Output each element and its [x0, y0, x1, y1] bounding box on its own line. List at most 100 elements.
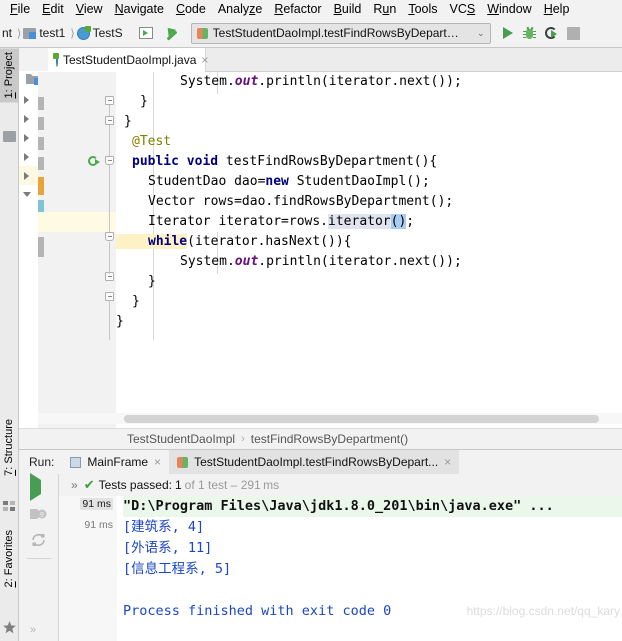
structure-grid-icon: [3, 500, 16, 512]
chevron-right-icon: ›: [241, 433, 245, 445]
run-button[interactable]: [497, 22, 519, 44]
menu-item-run[interactable]: Run: [367, 0, 402, 19]
project-folder-icon: [3, 131, 16, 143]
console-line: "D:\Program Files\Java\jdk1.8.0_201\bin\…: [123, 496, 622, 517]
menu-item-vcs[interactable]: VCS: [444, 0, 482, 19]
export-snapshot-button[interactable]: [30, 594, 48, 612]
fold-line: [109, 100, 110, 158]
run-tab-test[interactable]: TestStudentDaoImpl.testFindRowsByDepart.…: [169, 450, 460, 474]
chevron-down-icon[interactable]: [23, 192, 31, 197]
code-line[interactable]: }: [116, 272, 156, 292]
chevron-right-icon[interactable]: [24, 152, 29, 161]
breadcrumb: TestStudentDaoImpl › testFindRowsByDepar…: [19, 428, 622, 449]
editor-marker-column: [38, 72, 47, 428]
breadcrumb-class[interactable]: TestS: [76, 25, 123, 40]
breadcrumb-method-item[interactable]: testFindRowsByDepartment(): [251, 432, 408, 446]
code-line[interactable]: Iterator iterator=rows.iterator();: [116, 212, 414, 232]
console-line: Process finished with exit code 0: [123, 603, 392, 619]
editor-gutter[interactable]: [38, 72, 116, 428]
code-line[interactable]: }: [116, 292, 140, 312]
toggle-auto-test-button[interactable]: [30, 532, 48, 550]
menu-item-help[interactable]: Help: [538, 0, 576, 19]
menu-item-analyze[interactable]: Analyze: [212, 0, 268, 19]
menu-item-edit[interactable]: Edit: [36, 0, 70, 19]
back-arrow-button[interactable]: [161, 22, 183, 44]
menu-item-navigate[interactable]: Navigate: [109, 0, 170, 19]
menu-item-build[interactable]: Build: [328, 0, 368, 19]
run-icon: [30, 473, 41, 501]
editor-tab-strip: TestStudentDaoImpl.java ×: [48, 48, 622, 72]
code-line[interactable]: System.out.println(iterator.next());: [116, 72, 462, 92]
breadcrumb-project-label: nt: [2, 26, 13, 40]
code-text-area[interactable]: System.out.println(iterator.next()); } }…: [116, 72, 622, 428]
check-icon: ✔: [83, 477, 95, 492]
code-line[interactable]: Vector rows=dao.findRowsByDepartment();: [116, 192, 453, 212]
chevron-right-icon[interactable]: [24, 133, 29, 142]
stop-button[interactable]: [563, 22, 585, 44]
breadcrumb-module[interactable]: test1 ⟩: [23, 26, 76, 40]
close-icon[interactable]: ×: [154, 455, 161, 469]
code-line[interactable]: @Test: [116, 132, 171, 152]
chevron-right-icon[interactable]: [24, 171, 29, 180]
fold-line: [109, 242, 110, 274]
editor-tab-active[interactable]: TestStudentDaoImpl.java ×: [48, 48, 208, 72]
expand-chevrons-icon[interactable]: »: [59, 478, 84, 492]
preview-button[interactable]: [135, 22, 157, 44]
fold-collapse-icon[interactable]: [105, 96, 114, 105]
chevron-right-icon: ⟩: [70, 27, 75, 40]
run-configuration-selector[interactable]: TestStudentDaoImpl.testFindRowsByDepartm…: [190, 22, 491, 44]
editor-horizontal-scrollbar[interactable]: [38, 413, 622, 424]
run-tab-strip: Run: MainFrame × TestStudentDaoImpl.test…: [19, 450, 622, 474]
expand-toolbar-button[interactable]: »: [30, 624, 48, 641]
run-icon: [502, 27, 513, 39]
code-line[interactable]: }: [116, 312, 124, 332]
stop-icon: [567, 26, 581, 40]
debug-button[interactable]: [519, 22, 541, 44]
rerun-button[interactable]: [30, 473, 48, 501]
chevron-down-icon[interactable]: ⌄: [474, 28, 488, 39]
run-with-coverage-button[interactable]: [541, 22, 563, 44]
code-line[interactable]: public void testFindRowsByDepartment(){: [116, 152, 437, 172]
run-test-gutter-icon[interactable]: [88, 156, 101, 169]
console-line: [信息工程系, 5]: [123, 561, 232, 577]
chevron-right-icon[interactable]: [24, 114, 29, 123]
breadcrumb-class-item[interactable]: TestStudentDaoImpl: [127, 432, 235, 446]
console-lines[interactable]: "D:\Program Files\Java\jdk1.8.0_201\bin\…: [117, 496, 622, 641]
menu-item-code[interactable]: Code: [170, 0, 212, 19]
run-tab-label: MainFrame: [87, 455, 149, 469]
menu-item-file[interactable]: File: [4, 0, 36, 19]
code-editor[interactable]: 139 140 141 142 143 144 145 146 147 148 …: [38, 72, 622, 428]
menu-item-window[interactable]: Window: [481, 0, 537, 19]
stop-process-button[interactable]: [30, 568, 48, 586]
close-icon[interactable]: ×: [444, 455, 451, 469]
favorites-star-icon: [3, 621, 16, 634]
menu-item-refactor[interactable]: Refactor: [268, 0, 327, 19]
code-line[interactable]: }: [116, 92, 148, 112]
run-tab-mainframe[interactable]: MainFrame ×: [62, 450, 169, 474]
sidebar-tab-structure[interactable]: 7: Structure: [0, 415, 18, 480]
scrollbar-thumb[interactable]: [124, 415, 599, 423]
code-line[interactable]: while(iterator.hasNext()){: [116, 232, 352, 252]
menu-item-tools[interactable]: Tools: [402, 0, 443, 19]
test-status-suffix: of 1 test – 291 ms: [184, 478, 280, 492]
fold-line: [109, 164, 110, 234]
fold-collapse-icon[interactable]: [105, 232, 114, 241]
fold-collapse-icon[interactable]: [105, 116, 114, 125]
code-line[interactable]: StudentDao dao=new StudentDaoImpl();: [116, 172, 430, 192]
editor-tab-label: TestStudentDaoImpl.java: [63, 53, 197, 67]
change-marker: [38, 137, 44, 150]
timing-value: 91 ms: [84, 519, 113, 531]
sidebar-tab-favorites[interactable]: 2: Favorites: [0, 526, 18, 591]
sidebar-tab-project[interactable]: 1: Project: [0, 48, 18, 103]
chevron-right-icon[interactable]: [24, 95, 29, 104]
test-status-count: 1: [174, 478, 182, 492]
code-line[interactable]: System.out.println(iterator.next());: [116, 252, 462, 272]
code-line[interactable]: }: [116, 112, 132, 132]
console-output[interactable]: 91 ms 91 ms "D:\Program Files\Java\jdk1.…: [59, 496, 622, 641]
run-window-toolbar: 9 »: [19, 473, 59, 641]
menu-item-view[interactable]: View: [70, 0, 109, 19]
close-icon[interactable]: ×: [201, 53, 208, 67]
rerun-failed-button[interactable]: 9: [30, 506, 48, 524]
breadcrumb-project[interactable]: nt ⟩: [2, 26, 23, 40]
toolbar-divider: [27, 558, 51, 559]
